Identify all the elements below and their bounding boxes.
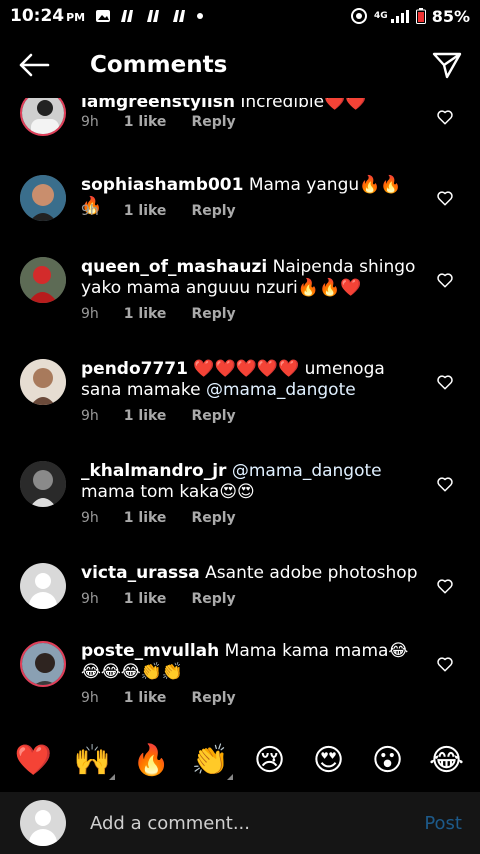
comment-input[interactable]: Add a comment... xyxy=(90,813,424,834)
user-avatar xyxy=(20,800,66,846)
netflix-icon xyxy=(145,9,163,23)
battery-percent: 85% xyxy=(431,6,470,26)
comment-username[interactable]: _khalmandro_jr xyxy=(81,461,226,481)
avatar[interactable] xyxy=(20,641,66,687)
reply-button[interactable]: Reply xyxy=(191,408,235,424)
comment-username[interactable]: iamgreenstylish xyxy=(81,98,235,112)
comment-time: 9h xyxy=(81,690,99,706)
battery-icon xyxy=(415,8,426,24)
comment-time: 9h xyxy=(81,408,99,424)
data-saver-icon xyxy=(350,7,368,25)
status-time: 10:24 PM xyxy=(10,6,86,26)
reply-button[interactable]: Reply xyxy=(191,591,235,607)
comment-mention[interactable]: @mama_dangote xyxy=(206,380,356,400)
like-heart-icon[interactable] xyxy=(436,655,454,673)
like-heart-icon[interactable] xyxy=(436,373,454,391)
comment-likes[interactable]: 1 like xyxy=(124,203,167,219)
comment-mention[interactable]: @mama_dangote xyxy=(232,461,382,481)
reply-button[interactable]: Reply xyxy=(191,510,235,526)
netflix-icon xyxy=(119,9,137,23)
comment-username[interactable]: pendo7771 xyxy=(81,359,188,379)
comment-text: Asante adobe photoshop xyxy=(205,563,418,583)
emoji-heart-eyes-button[interactable]: 😍 xyxy=(307,743,351,778)
comment-composer: Add a comment... Post xyxy=(0,792,480,854)
status-right: 4G 85% xyxy=(350,7,470,26)
comment-likes[interactable]: 1 like xyxy=(124,114,167,130)
comments-list[interactable]: iamgreenstylish Incredible❤️❤️ 9h 1 like… xyxy=(0,98,480,728)
comment-likes[interactable]: 1 like xyxy=(124,306,167,322)
avatar[interactable] xyxy=(20,98,66,136)
notification-icons xyxy=(95,9,204,23)
like-heart-icon[interactable] xyxy=(436,189,454,207)
emoji-clap-button[interactable]: 👏 xyxy=(189,743,233,780)
skin-tone-indicator-icon xyxy=(108,773,115,780)
send-icon[interactable] xyxy=(432,51,462,79)
like-heart-icon[interactable] xyxy=(436,108,454,126)
comment-username[interactable]: sophiashamb001 xyxy=(81,175,243,195)
signal-icon: 4G xyxy=(374,9,410,23)
avatar[interactable] xyxy=(20,461,66,507)
avatar[interactable] xyxy=(20,563,66,609)
avatar[interactable] xyxy=(20,359,66,405)
comment-likes[interactable]: 1 like xyxy=(124,510,167,526)
page-title: Comments xyxy=(90,52,228,78)
reply-button[interactable]: Reply xyxy=(191,114,235,130)
comment-time: 9h xyxy=(81,306,99,322)
avatar[interactable] xyxy=(20,175,66,221)
comment-time: 9h xyxy=(81,203,99,219)
comment-time: 9h xyxy=(81,591,99,607)
reply-button[interactable]: Reply xyxy=(191,203,235,219)
reply-button[interactable]: Reply xyxy=(191,690,235,706)
status-bar: 10:24 PM 4G 85% xyxy=(0,0,480,32)
like-heart-icon[interactable] xyxy=(436,577,454,595)
comment-time: 9h xyxy=(81,114,99,130)
header: Comments xyxy=(0,32,480,98)
gallery-icon xyxy=(95,9,111,23)
comment-text: Incredible❤️❤️ xyxy=(240,98,367,112)
skin-tone-indicator-icon xyxy=(226,773,233,780)
emoji-raised-hands-button[interactable]: 🙌 xyxy=(71,743,115,780)
emoji-crying-button[interactable]: 😢 xyxy=(248,743,292,778)
post-button[interactable]: Post xyxy=(424,813,462,834)
avatar[interactable] xyxy=(20,257,66,303)
comment-username[interactable]: poste_mvullah xyxy=(81,641,219,661)
reply-button[interactable]: Reply xyxy=(191,306,235,322)
comment-likes[interactable]: 1 like xyxy=(124,690,167,706)
like-heart-icon[interactable] xyxy=(436,475,454,493)
emoji-heart-button[interactable]: ❤️ xyxy=(12,743,56,778)
emoji-surprised-button[interactable]: 😮 xyxy=(366,743,410,778)
comment-username[interactable]: victa_urassa xyxy=(81,563,200,583)
comment-likes[interactable]: 1 like xyxy=(124,408,167,424)
netflix-icon xyxy=(171,9,189,23)
comment-time: 9h xyxy=(81,510,99,526)
back-arrow-icon[interactable] xyxy=(18,53,50,77)
emoji-reactions-bar: ❤️ 🙌 🔥 👏 😢 😍 😮 😂 xyxy=(0,728,480,792)
comment-text: mama tom kaka😍😍 xyxy=(81,482,255,502)
comment-likes[interactable]: 1 like xyxy=(124,591,167,607)
emoji-fire-button[interactable]: 🔥 xyxy=(130,743,174,778)
like-heart-icon[interactable] xyxy=(436,271,454,289)
comment-username[interactable]: queen_of_mashauzi xyxy=(81,257,267,277)
emoji-laughing-button[interactable]: 😂 xyxy=(425,743,469,778)
dot-icon xyxy=(197,13,204,19)
